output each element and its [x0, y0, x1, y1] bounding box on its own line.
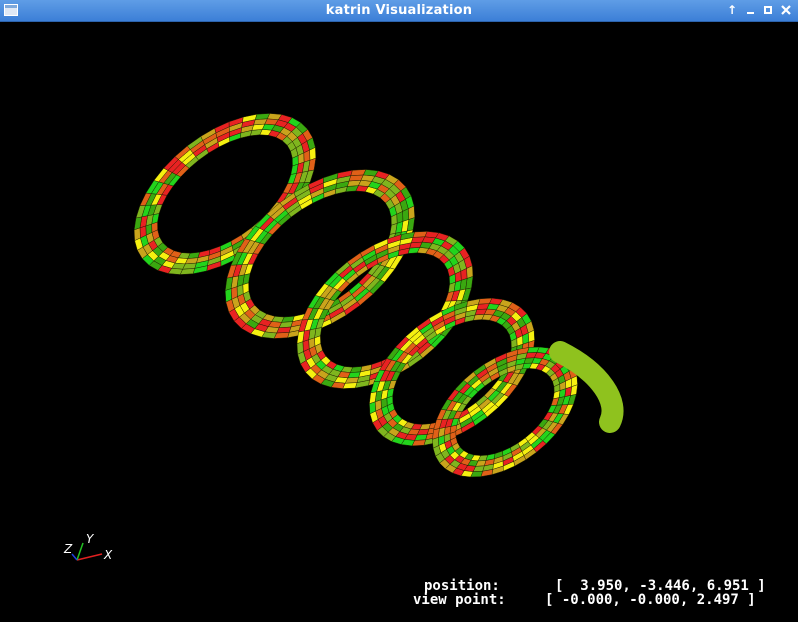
maximize-button[interactable] — [760, 2, 776, 19]
minimize-icon — [746, 12, 754, 14]
3d-viewport[interactable]: X Y Z position: [ 3.950, -3.446, 6.951 ]… — [0, 22, 798, 622]
minimize-button[interactable] — [742, 2, 758, 19]
close-button[interactable] — [778, 2, 794, 19]
app-window: katrin Visualization ↑ X Y Z position: [… — [0, 0, 798, 622]
x-axis-label: X — [103, 548, 113, 562]
close-icon — [781, 5, 791, 15]
arrow-up-icon: ↑ — [726, 3, 738, 17]
axis-triad: X Y Z — [63, 532, 113, 562]
y-axis-label: Y — [86, 532, 95, 546]
y-axis-line — [76, 542, 84, 561]
position-value: [ 3.950, -3.446, 6.951 ] — [555, 578, 766, 594]
maximize-icon — [764, 6, 772, 14]
viewpoint-value: [ -0.000, -0.000, 2.497 ] — [545, 592, 756, 608]
z-axis-label: Z — [63, 542, 73, 556]
z-axis-line — [71, 553, 78, 561]
position-label: position: — [424, 578, 500, 594]
window-title: katrin Visualization — [325, 3, 473, 18]
helix-coil — [133, 113, 624, 478]
viewpoint-label: view point: — [413, 592, 506, 608]
x-axis-line — [76, 553, 103, 561]
shade-button[interactable]: ↑ — [724, 2, 740, 19]
title-bar[interactable]: katrin Visualization ↑ — [0, 0, 798, 22]
